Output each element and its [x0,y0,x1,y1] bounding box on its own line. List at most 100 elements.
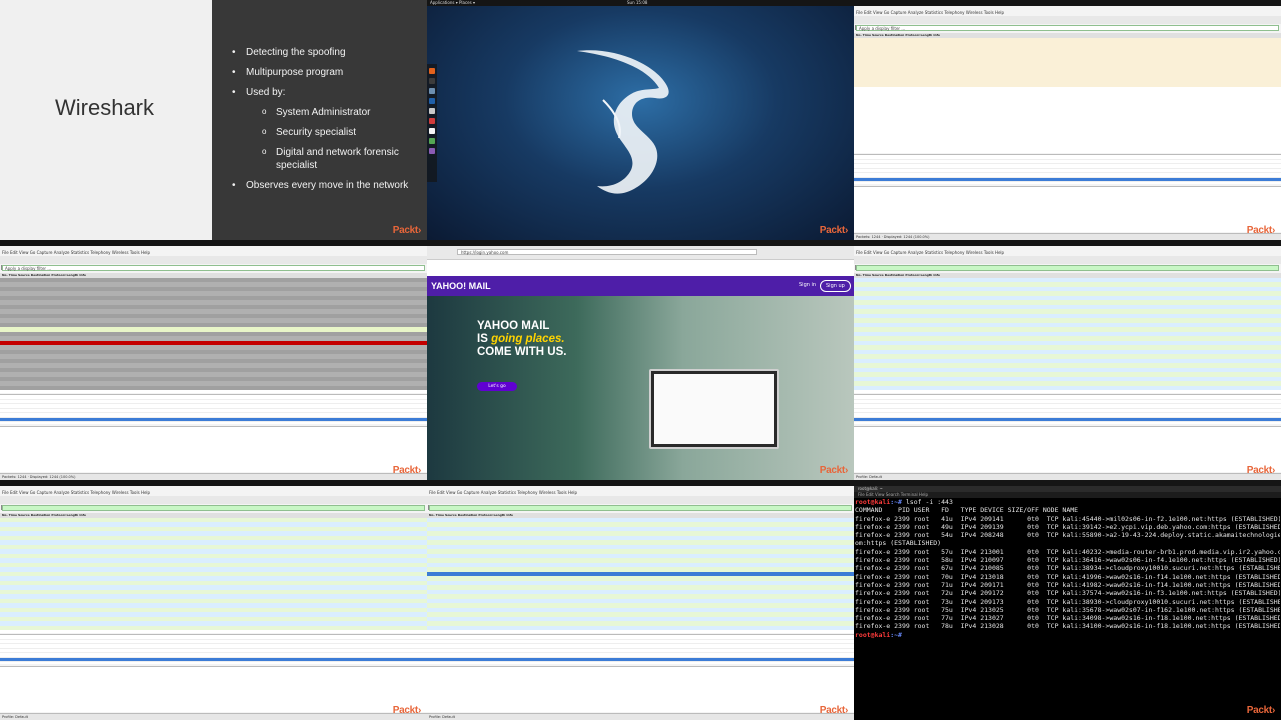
packet-details[interactable] [854,394,1281,424]
status-bar: Profile: Default [0,713,427,720]
packt-logo: Packt› [1246,225,1276,236]
slide-title: Wireshark [55,95,155,120]
terminal-line: firefox-e 2399 root 78u IPv4 213028 0t0 … [855,622,1280,631]
show-apps-icon[interactable] [429,148,435,154]
terminal-line: firefox-e 2399 root 58u IPv4 210097 0t0 … [855,556,1280,565]
kali-dragon-logo [577,50,669,194]
wireshark-dns-panel-2: File Edit View Go Capture Analyze Statis… [427,480,854,720]
terminal-line: om:https (ESTABLISHED) [855,539,942,548]
bullet-item: Digital and network forensic specialist [262,146,422,172]
wireshark-toolbar[interactable] [427,496,854,510]
terminal-panel: root@kali: ~ File Edit View Search Termi… [854,480,1281,720]
burpsuite-icon[interactable] [429,118,435,124]
display-filter-input[interactable] [429,505,852,511]
terminal-line: firefox-e 2399 root 70u IPv4 213018 0t0 … [855,572,1280,581]
packt-logo: Packt› [819,225,849,236]
packet-list[interactable]: No. Time Source Destination Protocol Len… [854,273,1281,393]
detail-line[interactable] [854,417,1281,422]
packet-list[interactable]: No. Time Source Destination Protocol Len… [0,513,427,633]
monitor-illustration [649,369,779,449]
packet-list[interactable]: No. Time Source Destination Protocol Len… [427,513,854,633]
packet-row[interactable] [854,385,1281,390]
packet-bytes[interactable] [854,186,1281,232]
detail-line[interactable] [0,657,427,662]
terminal-line: firefox-e 2399 root 67u IPv4 210085 0t0 … [855,564,1280,573]
packet-details[interactable] [854,154,1281,184]
packt-logo: Packt› [392,465,422,476]
files-icon[interactable] [429,88,435,94]
display-filter-input[interactable] [856,265,1279,271]
packet-list[interactable]: No. Time Source Destination Protocol Len… [0,273,427,393]
bullet-item: Security specialist [262,126,422,139]
armitage-icon[interactable] [429,108,435,114]
video-thumbnail-grid: Wireshark Detecting the spoofing Multipur… [0,0,1281,720]
packet-bytes[interactable] [427,666,854,712]
wireshark-window: File Edit View Go Capture Analyze Statis… [0,480,427,720]
display-filter-input[interactable] [2,505,425,511]
wireshark-window: File Edit View Go Capture Analyze Statis… [854,0,1281,240]
display-filter-input[interactable]: Apply a display filter ... [856,25,1279,31]
terminal-output[interactable]: root@kali:~# lsof -i :443 COMMAND PID USE… [855,498,1280,639]
terminal-line: firefox-e 2399 root 75u IPv4 213025 0t0 … [855,605,1280,614]
packet-bytes[interactable] [0,426,427,472]
wireshark-filtered-panel: File Edit View Go Capture Analyze Statis… [854,240,1281,480]
maltego-icon[interactable] [429,138,435,144]
wireshark-dns-panel-1: File Edit View Go Capture Analyze Statis… [0,480,427,720]
hero-headline: YAHOO MAIL IS going places. COME WITH US… [477,320,567,358]
detail-line[interactable] [0,417,427,422]
wireshark-toolbar[interactable] [0,256,427,270]
bullet-item: Observes every move in the network [232,179,422,192]
packet-bytes[interactable] [854,426,1281,472]
terminal-line: firefox-e 2399 root 41u IPv4 209141 0t0 … [855,514,1280,523]
lets-go-button[interactable]: Let's go [477,382,517,391]
kali-desktop-panel: Applications ▾ Places ▾ Sun 15:08 Packt› [427,0,854,240]
url-bar[interactable]: https://login.yahoo.com [457,249,757,255]
detail-line[interactable] [427,657,854,662]
terminal-line: firefox-e 2399 root 77u IPv4 213027 0t0 … [855,614,1280,623]
packet-row[interactable] [0,385,427,390]
terminal-line: firefox-e 2399 root 49u IPv4 209139 0t0 … [855,522,1280,531]
bullet-item: Used by: [232,86,422,99]
packet-row[interactable] [0,625,427,630]
wireshark-window: File Edit View Go Capture Analyze Statis… [854,240,1281,480]
wireshark-toolbar[interactable] [0,496,427,510]
sign-up-button[interactable]: Sign up [820,280,851,292]
packet-row[interactable] [854,145,1281,150]
packt-logo: Packt› [1246,705,1276,716]
terminal-icon[interactable] [429,78,435,84]
status-bar: Profile: Default [854,473,1281,480]
desktop-wallpaper [427,6,854,240]
terminal-line: firefox-e 2399 root 54u IPv4 208248 0t0 … [855,531,1280,540]
metasploit-icon[interactable] [429,98,435,104]
terminal-line: root@kali:~# lsof -i :443 [855,498,953,506]
bullet-item: System Administrator [262,106,422,119]
display-filter-input[interactable]: Apply a display filter ... [2,265,425,271]
terminal-line: firefox-e 2399 root 57u IPv4 213001 0t0 … [855,547,1280,556]
wireshark-toolbar[interactable] [854,16,1281,30]
leafpad-icon[interactable] [429,128,435,134]
packet-bytes[interactable] [0,666,427,712]
packt-logo: Packt› [819,705,849,716]
packet-details[interactable] [427,634,854,664]
bullet-item: Detecting the spoofing [232,46,422,59]
terminal-line: firefox-e 2399 root 72u IPv4 209172 0t0 … [855,589,1280,598]
detail-line[interactable] [854,177,1281,182]
status-bar: Packets: 1244 · Displayed: 1244 (100.0%) [854,233,1281,240]
packt-logo: Packt› [392,225,422,236]
slide-bullets-area: Detecting the spoofing Multipurpose progr… [212,0,427,240]
status-bar: Profile: Default [427,713,854,720]
wireshark-toolbar[interactable] [854,256,1281,270]
terminal-window[interactable]: root@kali: ~ File Edit View Search Termi… [854,480,1281,720]
firefox-icon[interactable] [429,68,435,74]
slide-title-area: Wireshark [0,0,212,240]
packet-row[interactable] [427,625,854,630]
sign-in-link[interactable]: Sign in [799,282,816,288]
wireshark-arp-panel: File Edit View Go Capture Analyze Statis… [0,240,427,480]
yahoo-mail-logo[interactable]: YAHOO! MAIL [431,281,491,291]
packet-details[interactable] [0,394,427,424]
wireshark-window: File Edit View Go Capture Analyze Statis… [0,240,427,480]
packet-details[interactable] [0,634,427,664]
status-bar: Packets: 1244 · Displayed: 1244 (100.0%) [0,473,427,480]
wireshark-window: File Edit View Go Capture Analyze Statis… [427,480,854,720]
packet-list[interactable]: No. Time Source Destination Protocol Len… [854,33,1281,153]
